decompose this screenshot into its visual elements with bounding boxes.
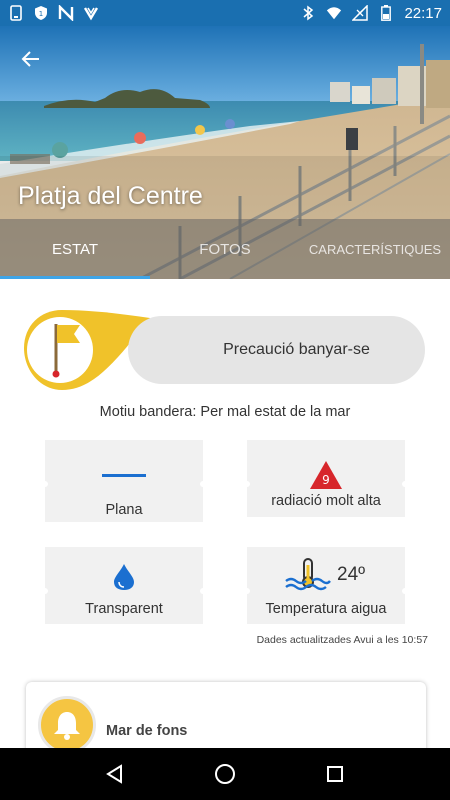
status-time: 22:17	[404, 4, 442, 22]
tab-label: CARACTERÍSTIQUES	[308, 241, 442, 257]
water-temp-card: 24º Temperatura aigua	[244, 547, 408, 624]
recents-square-icon	[327, 766, 343, 782]
last-updated: Dades actualitzades Avui a les 10:57	[256, 634, 428, 646]
card-notch	[244, 588, 250, 594]
card-notch	[402, 588, 408, 594]
uv-value: 9	[322, 473, 330, 487]
tab-bar: ESTAT FOTOS CARACTERÍSTIQUES	[0, 219, 450, 279]
svg-text:1: 1	[39, 10, 43, 18]
uv-label: radiació molt alta	[271, 493, 381, 509]
tab-active-indicator	[0, 276, 150, 279]
check-icon	[83, 5, 99, 21]
hero-header: Platja del Centre ESTAT FOTOS CARACTERÍS…	[0, 26, 450, 279]
nav-recents-button[interactable]	[313, 752, 357, 796]
sea-state-label: Plana	[105, 502, 143, 518]
card-notch	[244, 481, 250, 487]
water-clarity-card: Transparent	[42, 547, 206, 624]
uv-card: 9 radiació molt alta	[244, 440, 408, 517]
tab-label: FOTOS	[199, 240, 251, 258]
water-drop-icon	[114, 564, 134, 590]
uv-warning-icon: 9	[310, 461, 342, 489]
water-temp-value: 24º	[337, 564, 366, 585]
flat-sea-icon	[102, 474, 146, 477]
card-notch	[200, 481, 206, 487]
system-nav-bar	[0, 748, 450, 800]
water-temp-label: Temperatura aigua	[265, 601, 387, 617]
card-notch	[402, 481, 408, 487]
tab-caracteristiques[interactable]: CARACTERÍSTIQUES	[300, 219, 450, 279]
app-root: 1 22:17 Platja del Centre ESTAT FOTOS CA…	[0, 0, 450, 800]
alert-title: Mar de fons	[106, 723, 188, 739]
nav-back-button[interactable]	[93, 752, 137, 796]
status-bar: 1 22:17	[0, 0, 450, 26]
home-circle-icon	[215, 764, 235, 784]
bell-icon	[54, 712, 80, 740]
tab-estat[interactable]: ESTAT	[0, 219, 150, 279]
flag-status-pill: Precaució banyar-se	[128, 316, 425, 384]
card-notch	[42, 481, 48, 487]
arrow-left-icon	[21, 51, 39, 67]
thermometer-waves-icon	[285, 558, 331, 591]
page-title: Platja del Centre	[18, 182, 203, 210]
signal-icon	[352, 5, 369, 21]
tab-fotos[interactable]: FOTOS	[150, 219, 300, 279]
n-icon	[58, 5, 74, 21]
card-notch	[200, 588, 206, 594]
sea-state-card: Plana	[42, 440, 206, 522]
battery-icon	[378, 5, 394, 21]
card-notch	[42, 588, 48, 594]
bluetooth-icon	[300, 5, 316, 21]
shield-icon: 1	[33, 5, 49, 21]
nav-home-button[interactable]	[203, 752, 247, 796]
back-button[interactable]	[14, 42, 48, 76]
water-clarity-label: Transparent	[85, 601, 163, 617]
back-triangle-icon	[106, 764, 122, 784]
flag-reason: Motiu bandera: Per mal estat de la mar	[99, 404, 351, 420]
bell-badge	[38, 696, 96, 754]
wifi-icon	[326, 5, 342, 21]
tab-label: ESTAT	[51, 240, 99, 258]
phone-icon	[8, 5, 24, 21]
